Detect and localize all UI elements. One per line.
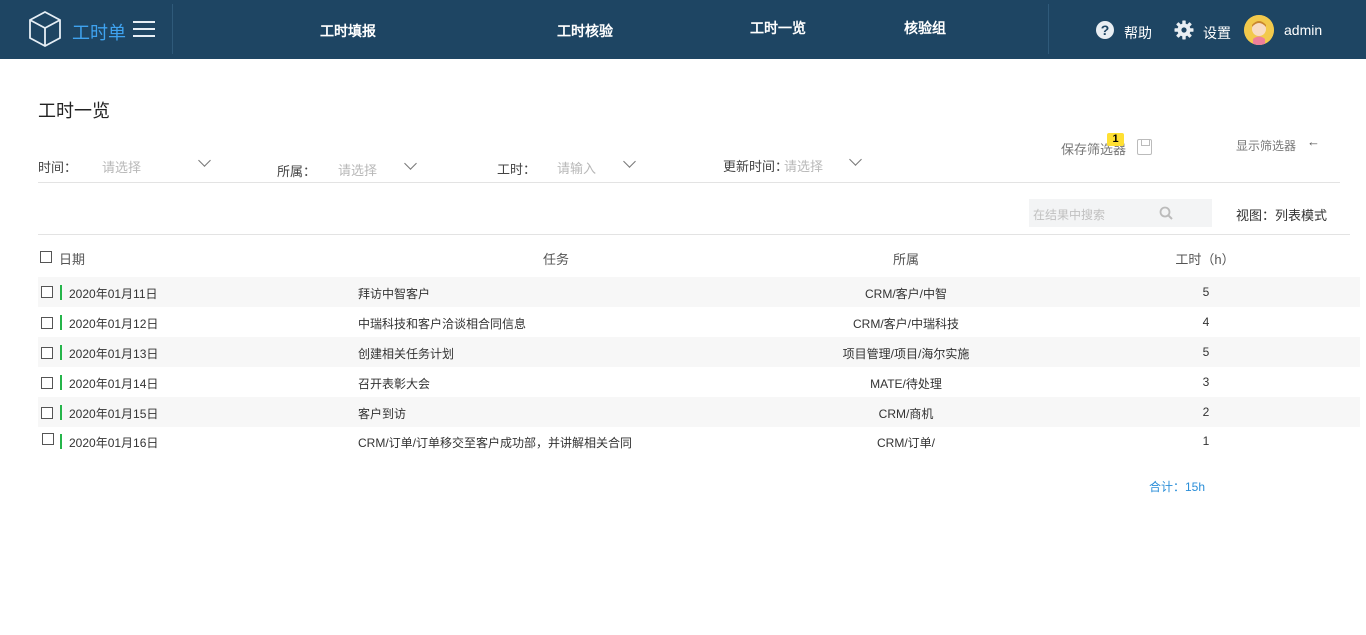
header-divider: [172, 4, 173, 54]
table-row[interactable]: 2020年01月16日 CRM/订单/订单移交至客户成功部，并讲解相关合同 CR…: [38, 426, 1360, 456]
arrow-left-icon[interactable]: ←: [1307, 134, 1320, 149]
gear-icon[interactable]: [1174, 20, 1194, 40]
save-icon[interactable]: [1137, 139, 1152, 155]
cell-date: 2020年01月13日: [69, 347, 159, 361]
chevron-down-icon[interactable]: [623, 155, 636, 168]
search-input[interactable]: 在结果中搜索: [1033, 206, 1105, 223]
help-icon[interactable]: ?: [1096, 21, 1114, 39]
cell-owner: CRM/商机: [878, 407, 934, 421]
header-divider: [1048, 4, 1049, 54]
row-status-bar: [60, 405, 62, 420]
nav-timesheet-overview[interactable]: 工时一览: [750, 18, 806, 38]
table-row[interactable]: 2020年01月15日 客户到访 CRM/商机 2: [38, 397, 1360, 427]
cell-hours: 4: [1202, 315, 1210, 329]
cell-date: 2020年01月15日: [69, 407, 159, 421]
row-checkbox[interactable]: [41, 286, 53, 298]
total-hours: 合计：15h: [1149, 480, 1206, 494]
column-header-hours[interactable]: 工时（h）: [1175, 249, 1234, 268]
menu-toggle-icon[interactable]: [133, 21, 155, 37]
top-navigation-bar: 工时单 工时填报 工时核验 工时一览 核验组 ? 帮助 设置 admin: [0, 0, 1366, 59]
row-checkbox[interactable]: [41, 317, 53, 329]
avatar[interactable]: [1244, 15, 1274, 45]
filter-count-badge: 1: [1107, 133, 1124, 146]
row-checkbox[interactable]: [42, 433, 54, 445]
cell-task: 中瑞科技和客户洽谈相合同信息: [358, 317, 527, 331]
row-checkbox[interactable]: [41, 407, 53, 419]
cell-hours: 3: [1202, 375, 1210, 389]
filter-divider: [38, 182, 1340, 183]
cell-task: 创建相关任务计划: [358, 347, 455, 361]
row-status-bar: [60, 345, 62, 360]
help-link[interactable]: 帮助: [1124, 23, 1152, 43]
search-icon[interactable]: [1159, 206, 1173, 220]
row-status-bar: [60, 375, 62, 390]
page-title: 工时一览: [38, 101, 110, 121]
cell-hours: 2: [1202, 405, 1210, 419]
nav-timesheet-fill[interactable]: 工时填报: [320, 21, 376, 41]
row-checkbox[interactable]: [41, 347, 53, 359]
filter-label-updated: 更新时间：: [723, 159, 789, 174]
cell-date: 2020年01月16日: [69, 436, 159, 450]
chevron-down-icon[interactable]: [404, 157, 417, 170]
cell-task: 拜访中智客户: [358, 287, 431, 301]
filter-select-updated[interactable]: 请选择: [784, 156, 823, 175]
table-row[interactable]: 2020年01月13日 创建相关任务计划 项目管理/项目/海尔实施 5: [38, 337, 1360, 367]
username[interactable]: admin: [1284, 22, 1322, 38]
table-row[interactable]: 2020年01月11日 拜访中智客户 CRM/客户/中智 5: [38, 277, 1360, 307]
table-row[interactable]: 2020年01月14日 召开表彰大会 MATE/待处理 3: [38, 367, 1360, 397]
table-top-divider: [38, 234, 1350, 235]
filter-select-time[interactable]: 请选择: [102, 157, 141, 176]
show-filter-button[interactable]: 显示筛选器: [1236, 137, 1296, 154]
row-status-bar: [60, 434, 62, 449]
cell-owner: 项目管理/项目/海尔实施: [842, 347, 970, 361]
cell-hours: 5: [1202, 345, 1210, 359]
cell-hours: 5: [1202, 285, 1210, 299]
cell-date: 2020年01月12日: [69, 317, 159, 331]
cell-task: CRM/订单/订单移交至客户成功部，并讲解相关合同: [358, 436, 632, 450]
cell-hours: 1: [1202, 434, 1210, 448]
brand-name[interactable]: 工时单: [72, 19, 126, 45]
cell-date: 2020年01月11日: [69, 287, 158, 301]
filter-select-owner[interactable]: 请选择: [338, 160, 377, 179]
column-header-date[interactable]: 日期: [59, 249, 85, 268]
filter-input-hours[interactable]: 请输入: [557, 158, 596, 177]
row-status-bar: [60, 285, 62, 300]
cell-date: 2020年01月14日: [69, 377, 159, 391]
filter-label-owner: 所属：: [277, 164, 317, 179]
view-mode-switch[interactable]: 视图：列表模式: [1236, 205, 1327, 224]
table-row[interactable]: 2020年01月12日 中瑞科技和客户洽谈相合同信息 CRM/客户/中瑞科技 4: [38, 307, 1360, 337]
search-box[interactable]: 在结果中搜索: [1029, 199, 1212, 227]
chevron-down-icon[interactable]: [198, 154, 211, 167]
nav-verify-group[interactable]: 核验组: [904, 18, 946, 38]
filter-label-time: 时间：: [38, 160, 78, 175]
cell-owner: CRM/客户/中瑞科技: [853, 317, 959, 331]
settings-link[interactable]: 设置: [1203, 23, 1231, 43]
row-status-bar: [60, 315, 62, 330]
filter-label-hours: 工时：: [497, 162, 537, 177]
cell-task: 客户到访: [358, 407, 407, 421]
cell-owner: CRM/订单/: [877, 436, 935, 450]
nav-timesheet-verify[interactable]: 工时核验: [557, 21, 613, 41]
select-all-checkbox[interactable]: [40, 251, 52, 263]
column-header-owner[interactable]: 所属: [893, 249, 919, 268]
cell-owner: MATE/待处理: [870, 377, 942, 391]
cube-logo-icon[interactable]: [28, 10, 62, 48]
cell-task: 召开表彰大会: [358, 377, 431, 391]
chevron-down-icon[interactable]: [849, 153, 862, 166]
row-checkbox[interactable]: [41, 377, 53, 389]
column-header-task[interactable]: 任务: [543, 249, 569, 268]
cell-owner: CRM/客户/中智: [865, 287, 947, 301]
